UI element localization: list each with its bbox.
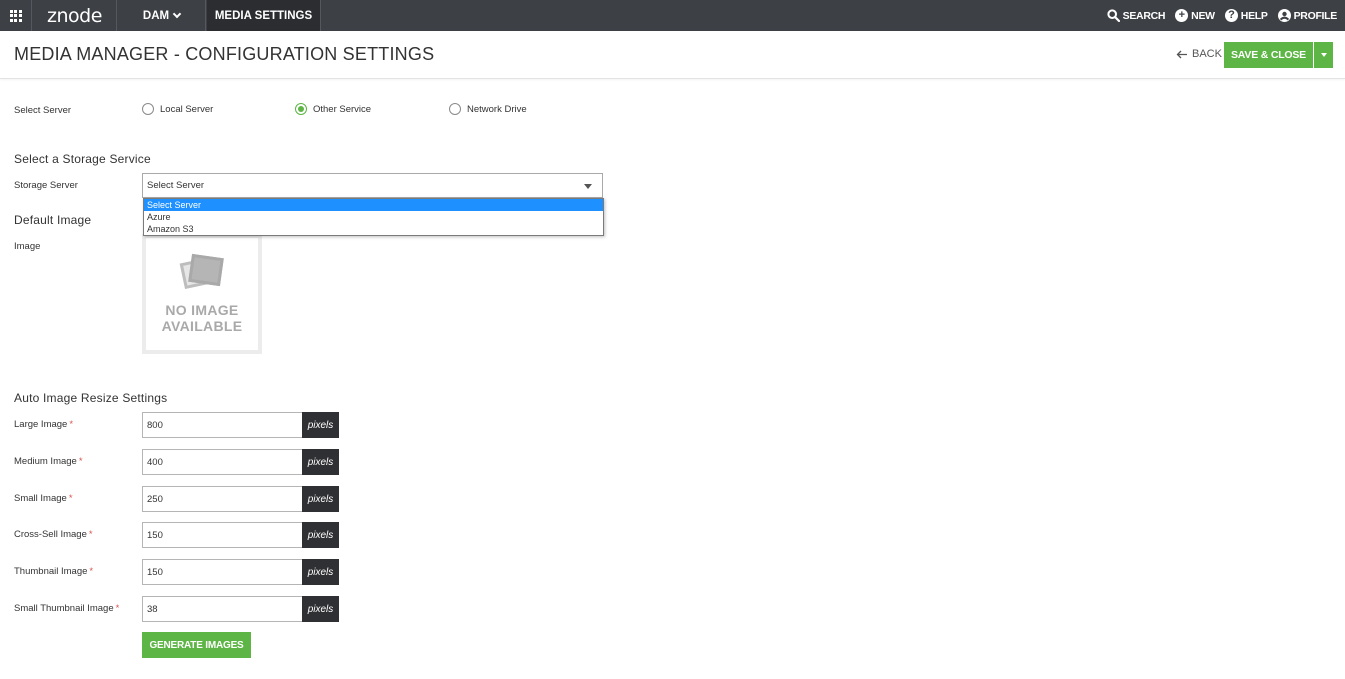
profile-label: PROFILE — [1293, 9, 1338, 22]
thumbnail-image-label: Thumbnail Image * — [14, 566, 94, 577]
plus-circle-icon: + — [1175, 9, 1189, 22]
new-label: NEW — [1191, 9, 1215, 22]
small-image-input[interactable]: 250 — [142, 486, 302, 512]
radio-local-server[interactable]: Local Server — [142, 103, 213, 115]
top-navigation-bar: znode DAM MEDIA SETTINGS SEARCH + NEW ? … — [0, 0, 1345, 31]
thumbnail-image-row: 150 pixels — [142, 559, 339, 585]
small-thumbnail-image-input[interactable]: 38 — [142, 596, 302, 622]
thumbnail-image-input[interactable]: 150 — [142, 559, 302, 585]
cross-sell-image-row: 150 pixels — [142, 522, 339, 548]
radio-label: Network Drive — [467, 103, 527, 115]
dropdown-arrow-icon — [584, 184, 592, 189]
znode-logo[interactable]: znode — [33, 0, 117, 31]
storage-section-title: Select a Storage Service — [14, 152, 151, 166]
large-image-input[interactable]: 800 — [142, 412, 302, 438]
nav-dam-label: DAM — [142, 9, 170, 22]
help-label: HELP — [1240, 9, 1268, 22]
radio-button-selected[interactable] — [295, 103, 307, 115]
option-select-server[interactable]: Select Server — [144, 199, 603, 211]
back-label: BACK — [1192, 48, 1222, 60]
medium-image-row: 400 pixels — [142, 449, 339, 475]
resize-section-title: Auto Image Resize Settings — [14, 391, 168, 405]
top-right-actions: SEARCH + NEW ? HELP PROFILE — [1107, 0, 1337, 31]
medium-image-input[interactable]: 400 — [142, 449, 302, 475]
cross-sell-image-input[interactable]: 150 — [142, 522, 302, 548]
default-image-preview[interactable]: NO IMAGE AVAILABLE — [142, 234, 262, 354]
arrow-left-icon — [1176, 50, 1187, 58]
storage-server-options-list: Select Server Azure Amazon S3 — [143, 198, 604, 236]
pixels-unit-label: pixels — [302, 596, 339, 622]
radio-other-service[interactable]: Other Service — [295, 103, 371, 115]
caret-down-icon — [1320, 53, 1327, 57]
pixels-unit-label: pixels — [302, 486, 339, 512]
pixels-unit-label: pixels — [302, 559, 339, 585]
radio-label: Local Server — [160, 103, 214, 115]
storage-server-label: Storage Server — [14, 180, 78, 191]
new-button[interactable]: + NEW — [1175, 9, 1215, 22]
radio-network-drive[interactable]: Network Drive — [449, 103, 527, 115]
search-button[interactable]: SEARCH — [1107, 9, 1166, 22]
radio-label: Other Service — [313, 103, 372, 115]
option-azure[interactable]: Azure — [144, 211, 603, 223]
apps-grid-button[interactable] — [0, 0, 32, 31]
no-image-text: NO IMAGE AVAILABLE — [161, 302, 243, 334]
image-label: Image — [14, 241, 41, 252]
select-server-label: Select Server — [14, 105, 72, 116]
radio-button[interactable] — [449, 103, 461, 115]
page-header: MEDIA MANAGER - CONFIGURATION SETTINGS B… — [0, 31, 1345, 79]
cross-sell-image-label: Cross-Sell Image * — [14, 529, 93, 540]
chevron-down-icon — [172, 9, 182, 18]
generate-images-button[interactable]: GENERATE IMAGES — [142, 632, 251, 658]
page-title: MEDIA MANAGER - CONFIGURATION SETTINGS — [14, 44, 435, 64]
back-button[interactable]: BACK — [1176, 48, 1222, 60]
help-circle-icon: ? — [1224, 9, 1238, 22]
apps-grid-icon — [9, 9, 22, 22]
small-image-row: 250 pixels — [142, 486, 339, 512]
small-thumbnail-image-row: 38 pixels — [142, 596, 339, 622]
small-thumbnail-image-label: Small Thumbnail Image * — [14, 603, 120, 614]
save-close-button[interactable]: SAVE & CLOSE — [1224, 42, 1313, 68]
pixels-unit-label: pixels — [302, 412, 339, 438]
medium-image-label: Medium Image * — [14, 456, 83, 467]
help-button[interactable]: ? HELP — [1224, 9, 1268, 22]
large-image-row: 800 pixels — [142, 412, 339, 438]
pixels-unit-label: pixels — [302, 522, 339, 548]
option-amazon-s3[interactable]: Amazon S3 — [144, 223, 603, 235]
search-label: SEARCH — [1122, 9, 1166, 22]
user-circle-icon — [1277, 9, 1291, 22]
nav-media-settings[interactable]: MEDIA SETTINGS — [207, 0, 321, 31]
storage-server-value: Select Server — [147, 180, 205, 191]
search-icon — [1107, 9, 1120, 22]
large-image-label: Large Image * — [14, 419, 74, 430]
storage-server-select[interactable]: Select Server — [142, 173, 603, 198]
profile-button[interactable]: PROFILE — [1277, 9, 1338, 22]
small-image-label: Small Image * — [14, 493, 73, 504]
image-placeholder-icon — [179, 253, 224, 294]
default-image-section-title: Default Image — [14, 213, 92, 227]
radio-button[interactable] — [142, 103, 154, 115]
pixels-unit-label: pixels — [302, 449, 339, 475]
nav-dam-menu[interactable]: DAM — [118, 0, 206, 31]
save-options-dropdown-button[interactable] — [1314, 42, 1333, 68]
